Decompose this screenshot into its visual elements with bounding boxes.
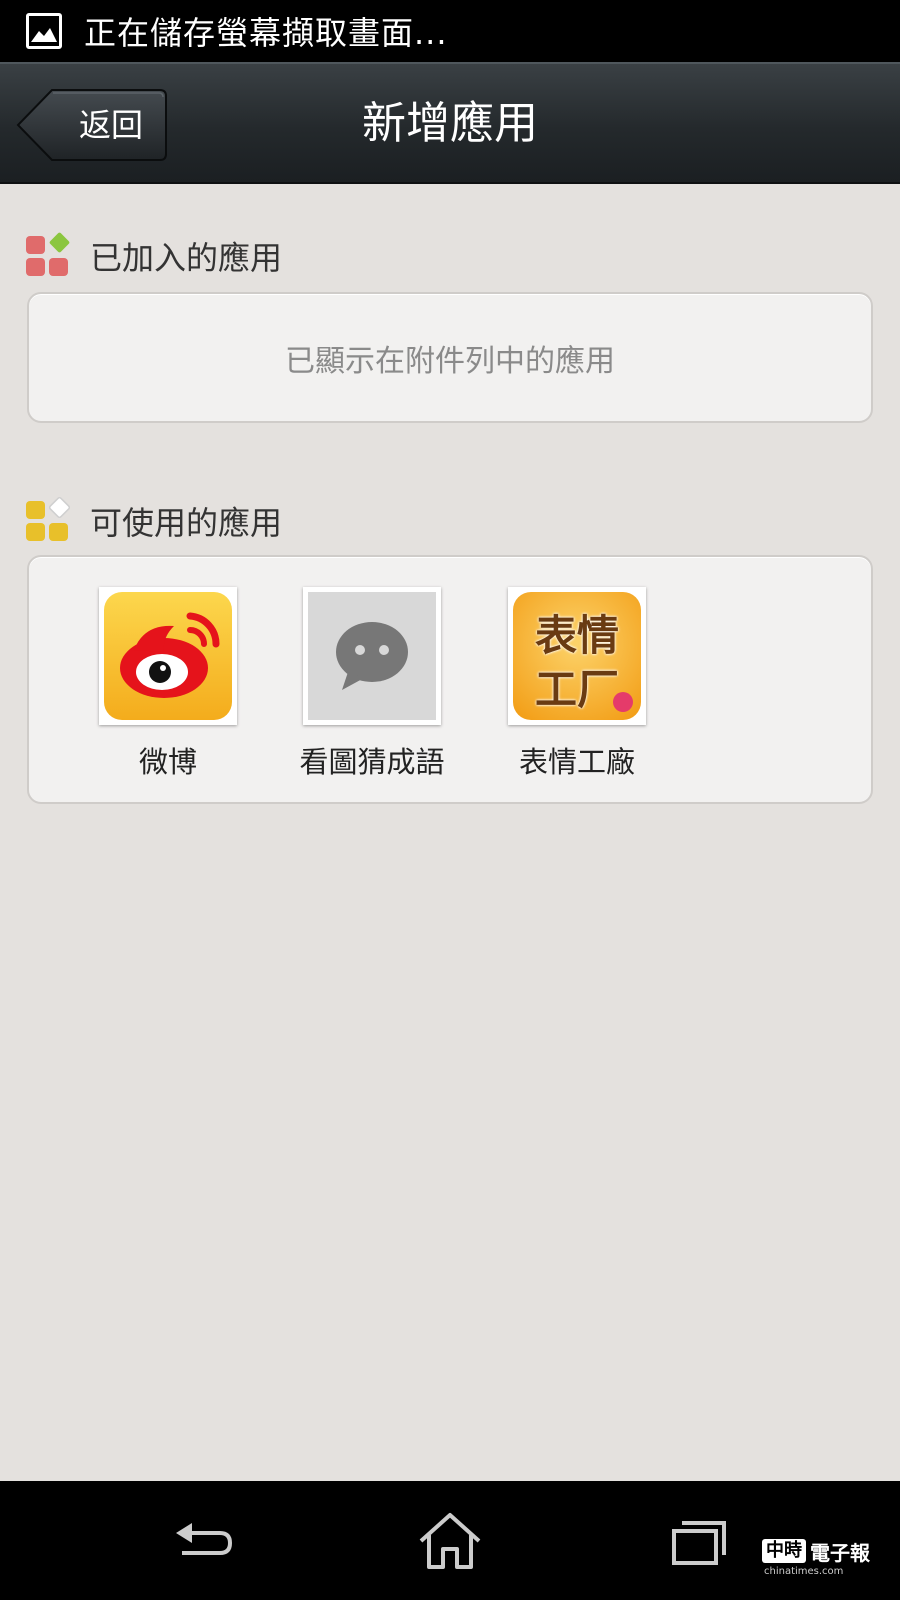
- watermark-sub: chinatimes.com: [764, 1566, 844, 1577]
- available-apps-header: 可使用的應用: [24, 496, 282, 546]
- back-button[interactable]: 返回: [16, 88, 168, 162]
- added-apps-header: 已加入的應用: [24, 231, 282, 281]
- weibo-icon: [104, 592, 232, 720]
- image-icon: [26, 13, 62, 49]
- added-apps-empty-text: 已顯示在附件列中的應用: [285, 343, 615, 379]
- status-bar: 正在儲存螢幕擷取畫面...: [0, 0, 900, 62]
- back-icon[interactable]: [168, 1511, 238, 1571]
- recent-apps-icon[interactable]: [662, 1511, 732, 1571]
- added-apps-title: 已加入的應用: [90, 239, 283, 277]
- back-button-label: 返回: [78, 106, 143, 144]
- emoji-factory-icon-text-top: 表情: [534, 611, 619, 660]
- title-bar: 新增應用 返回: [0, 62, 900, 184]
- app-label: 看圖猜成語: [299, 745, 445, 779]
- available-apps-title: 可使用的應用: [90, 504, 283, 542]
- badge-icon: [613, 692, 633, 712]
- app-item-emoji-factory[interactable]: 表情 工厂 表情工廠: [492, 587, 662, 781]
- emoji-factory-icon: 表情 工厂: [513, 592, 641, 720]
- app-icon-frame: [99, 587, 237, 725]
- home-icon[interactable]: [415, 1511, 485, 1571]
- app-label: 表情工廠: [518, 745, 635, 779]
- apps-grid-icon: [24, 232, 72, 280]
- status-notification-text: 正在儲存螢幕擷取畫面...: [84, 14, 448, 52]
- watermark-badge: 中時: [762, 1539, 806, 1563]
- apps-grid-icon: [24, 496, 72, 545]
- available-apps-panel: 微博 看圖猜成語 表情 工厂 表情工廠: [27, 555, 873, 804]
- app-icon-frame: 表情 工厂: [508, 587, 646, 725]
- app-icon-frame: [303, 587, 441, 725]
- added-apps-panel: 已顯示在附件列中的應用: [27, 292, 873, 423]
- watermark: 中時 電子報: [762, 1531, 870, 1571]
- chat-bubble-icon: [308, 592, 436, 720]
- watermark-text: 電子報: [810, 1540, 870, 1565]
- app-item-guess-idiom[interactable]: 看圖猜成語: [287, 587, 457, 781]
- app-item-weibo[interactable]: 微博: [83, 587, 253, 781]
- app-label: 微博: [138, 745, 197, 779]
